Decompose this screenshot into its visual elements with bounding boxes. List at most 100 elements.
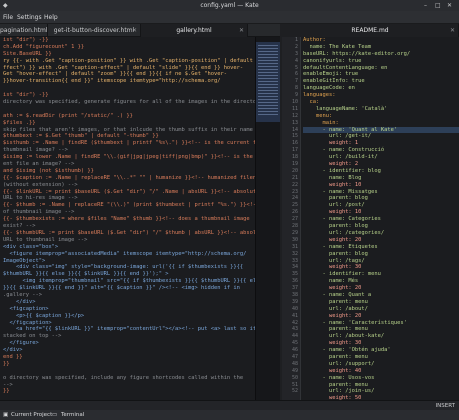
code-line[interactable]: ImageObject"> — [0, 258, 255, 265]
code-line[interactable]: {{- $thumbexists := where $files "Name" … — [0, 216, 255, 223]
menu-settings[interactable]: Settings — [17, 14, 42, 21]
code-line[interactable]: <img itemprop="thumbnail" src="{{ if $th… — [0, 278, 255, 285]
code-line[interactable]: weight: 40 — [303, 368, 459, 375]
code-line[interactable]: url: /join-us/ — [303, 388, 459, 395]
code-line[interactable]: ffect") }} with .Get "caption-effect" | … — [0, 65, 255, 72]
right-editor[interactable]: 1 2 3 4 5 6 7 8 9 10 11 12 13 14 15 16 17 18 19 20 21 22 23 24 2… — [282, 37, 459, 400]
code-line[interactable]: }} — [0, 388, 255, 395]
code-line[interactable]: - name: 'Quant al Kate' — [303, 126, 459, 134]
code-line[interactable]: languages: — [303, 92, 459, 99]
code-line[interactable]: weight: 10 — [303, 209, 459, 216]
code-line[interactable]: }}{{ $linkURL }}{{ end }}" alt="{{ $capt… — [0, 285, 255, 292]
code-line[interactable]: languageName: 'Català' — [303, 106, 459, 113]
code-line[interactable]: parent: blog — [303, 195, 459, 202]
code-line[interactable]: ent file an image? --> — [0, 161, 255, 168]
code-line[interactable]: {{- $caption := .Name | replaceRE "\\..*… — [0, 175, 255, 182]
code-line[interactable]: </figure> — [0, 340, 255, 347]
left-editor[interactable]: ist "dir") -}} ch.Add "figurecount" 1 }} S… — [0, 37, 255, 400]
code-line[interactable]: url: /categories/ — [303, 230, 459, 237]
minimize-button[interactable]: – — [424, 2, 427, 9]
code-line[interactable] — [0, 368, 255, 375]
code-line[interactable]: o directory was specified, include any f… — [0, 375, 255, 382]
code-line[interactable]: - name: Usos-vos — [303, 375, 459, 382]
menu-file[interactable]: File — [3, 14, 13, 21]
code-line[interactable]: parent: menu — [303, 382, 459, 389]
yaml-code[interactable]: Author: name: The Kate Team baseURL: http… — [303, 37, 459, 400]
code-line[interactable]: parent: menu — [303, 299, 459, 306]
code-line[interactable]: <div class="box"> — [0, 244, 255, 251]
code-line[interactable]: parent: menu — [303, 354, 459, 361]
code-line[interactable]: url: /about-kate/ — [303, 333, 459, 340]
code-line[interactable] — [0, 106, 255, 113]
code-line[interactable]: name: Més — [303, 278, 459, 285]
code-line[interactable] — [0, 85, 255, 92]
code-line[interactable]: <div class="img" style="background-image… — [0, 264, 255, 271]
code-line[interactable]: languageCode: en — [303, 85, 459, 92]
code-line[interactable]: and $isimg (not $isthumb) }} — [0, 168, 255, 175]
minimap[interactable] — [255, 37, 280, 400]
tab-readme[interactable]: README.md ✕ — [282, 24, 459, 37]
code-line[interactable]: {{- $linkURL := print $baseURL ($.Get "d… — [0, 189, 255, 196]
code-line[interactable]: enableGitInfo: true — [303, 78, 459, 85]
code-line[interactable]: }}hover-transition{{ end }}" itemscope i… — [0, 78, 255, 85]
code-line[interactable]: menu: — [303, 113, 459, 120]
code-line[interactable]: $isthumb := .Name | findRE ($thumbext | … — [0, 140, 255, 147]
code-line[interactable]: name: Blog — [303, 175, 459, 182]
code-line[interactable]: baseURL: https://kate-editor.org/ — [303, 51, 459, 58]
code-line[interactable]: url: /build-it/ — [303, 154, 459, 161]
code-line[interactable]: exist? --> — [0, 223, 255, 230]
code-line[interactable]: Author: — [303, 37, 459, 44]
code-line[interactable]: }} — [0, 361, 255, 368]
code-line[interactable]: </figcaption> — [0, 320, 255, 327]
code-line[interactable]: URL to thumbnail image --> — [0, 237, 255, 244]
code-line[interactable]: weight: 20 — [303, 285, 459, 292]
code-line[interactable]: - name: 'Obtén ajuda' — [303, 347, 459, 354]
code-line[interactable]: - name: 'Característiques' — [303, 320, 459, 327]
close-icon[interactable]: ✕ — [239, 27, 244, 34]
tab-gallery[interactable]: gallery.html ✕ — [141, 24, 248, 37]
code-line[interactable]: weight: 20 — [303, 313, 459, 320]
code-line[interactable]: parent: menu — [303, 326, 459, 333]
code-line[interactable]: directory was specified, generate figure… — [0, 99, 255, 106]
code-line[interactable]: $thumbext := $.Get "thumb" | default "-t… — [0, 133, 255, 140]
code-line[interactable]: url: /post/ — [303, 202, 459, 209]
code-line[interactable]: - name: Quant a — [303, 292, 459, 299]
menu-help[interactable]: Help — [44, 14, 58, 21]
code-line[interactable]: Get "hover-effect" | default "zoom" }}{{… — [0, 71, 255, 78]
code-line[interactable]: <a href="{{ $linkURL }}" itemprop="conte… — [0, 326, 255, 333]
code-line[interactable]: - name: Categories — [303, 216, 459, 223]
code-line[interactable]: - name: Etiquetes — [303, 244, 459, 251]
code-line[interactable]: weight: 2 — [303, 161, 459, 168]
code-line[interactable]: weight: 30 — [303, 264, 459, 271]
code-line[interactable]: $isimg := lower .Name | findRE "\\.(gif|… — [0, 154, 255, 161]
code-line[interactable]: {{- $thumb := .Name | replaceRE "(\\.)" … — [0, 202, 255, 209]
code-line[interactable]: Site.BaseURL }} — [0, 51, 255, 58]
input-mode[interactable]: INSERT — [436, 403, 455, 409]
code-line[interactable]: <figure itemprop="associatedMedia" items… — [0, 251, 255, 258]
close-icon[interactable]: ✕ — [450, 27, 455, 34]
code-line[interactable]: end }} — [0, 354, 255, 361]
code-line[interactable]: thumbnail image? --> — [0, 147, 255, 154]
tab-get-it-button-discover[interactable]: get-it-button-discover.html ✕ — [48, 24, 141, 37]
code-line[interactable]: url: /get-it/ — [303, 133, 459, 140]
code-line[interactable]: {{- $thumbURL := print $baseURL ($.Get "… — [0, 230, 255, 237]
code-line[interactable]: parent: blog — [303, 223, 459, 230]
code-line[interactable]: ist "dir") -}} — [0, 37, 255, 44]
code-line[interactable]: enableEmoji: true — [303, 71, 459, 78]
code-line[interactable]: name: The Kate Team — [303, 44, 459, 51]
close-icon[interactable]: ✕ — [132, 27, 137, 34]
code-line[interactable]: </div> — [0, 299, 255, 306]
code-line[interactable]: skip files that aren't images, or that i… — [0, 127, 255, 134]
code-line[interactable]: ath := $.readDir (print "/static/" .) }} — [0, 113, 255, 120]
code-line[interactable]: URL to hi-res image --> — [0, 195, 255, 202]
code-line[interactable]: - name: Missatges — [303, 189, 459, 196]
current-project-button[interactable]: Current Project — [11, 412, 52, 418]
code-line[interactable]: --> — [0, 382, 255, 389]
code-line[interactable]: (without extension) --> — [0, 182, 255, 189]
code-line[interactable]: of thumbnail image --> — [0, 209, 255, 216]
code-line[interactable]: <p>{{ $caption }}</p> — [0, 313, 255, 320]
code-line[interactable]: ca: — [303, 99, 459, 106]
tab-pagination[interactable]: pagination.html — [0, 24, 48, 37]
maximize-button[interactable]: □ — [435, 2, 441, 9]
code-line[interactable]: url: /about/ — [303, 306, 459, 313]
